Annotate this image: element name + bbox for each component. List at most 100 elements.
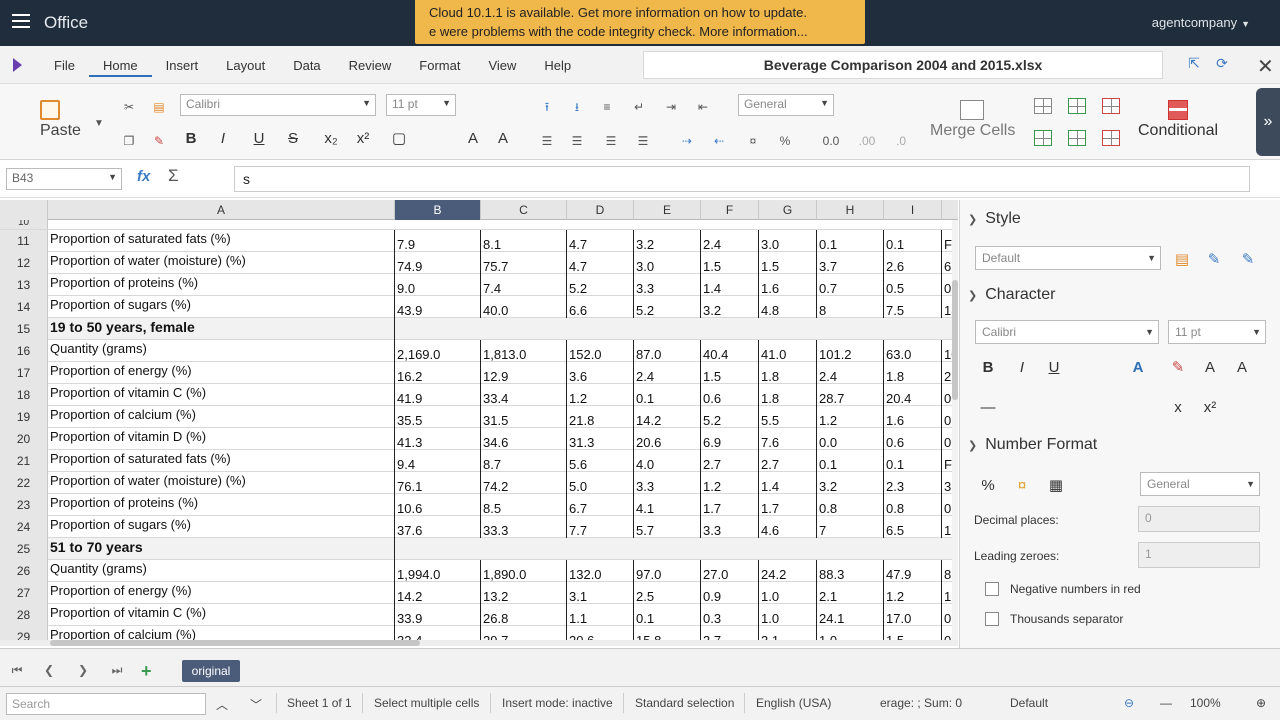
cell-value[interactable]: 1.0 [759,604,817,626]
sheet-tab-original[interactable]: original [182,660,240,682]
font-size-select[interactable]: 11 pt ▼ [386,94,456,116]
row-header[interactable]: 25 [0,538,48,560]
cell-value[interactable]: 2.7 [701,450,759,472]
cell-value[interactable]: 0.1 [884,450,942,472]
cell-value[interactable]: 1.8 [884,362,942,384]
cell-value[interactable]: 0.6 [884,428,942,450]
wrap-text-icon[interactable]: ↵ [628,96,650,118]
cell-label[interactable]: Quantity (grams) [48,560,395,582]
copy-icon[interactable]: ❐ [118,130,140,152]
cell-value[interactable]: 1.5 [759,252,817,274]
cell-value[interactable]: 41.9 [395,384,481,406]
align-left-icon[interactable]: ☰ [536,130,558,152]
function-wizard-icon[interactable]: fx [137,168,150,185]
cell-label[interactable]: Proportion of saturated fats (%) [48,230,395,252]
cell-value[interactable]: 5.2 [701,406,759,428]
cell-value[interactable]: 3.3 [634,274,701,296]
cell-value[interactable]: 1.0 [759,582,817,604]
cell-value[interactable]: 24.2 [759,560,817,582]
cell-value[interactable]: 40.4 [701,340,759,362]
column-header-f[interactable]: F [701,200,759,220]
cell-value[interactable]: 27.0 [701,560,759,582]
cell-value[interactable]: 31.5 [481,406,567,428]
cell-value[interactable]: 9.4 [395,450,481,472]
cell-value[interactable]: 0.8 [884,494,942,516]
zoom-slider-icon[interactable]: — [1160,696,1172,710]
bold-icon[interactable]: B [180,128,202,150]
align-middle-icon[interactable]: ⭳ [566,96,588,118]
formula-input[interactable]: s [234,166,1250,192]
sidebar-toggle-icon[interactable]: » [1256,88,1280,156]
row-header[interactable]: 28 [0,604,48,626]
cell-value[interactable]: 0.1 [817,450,884,472]
align-right-icon[interactable]: ☰ [600,130,622,152]
number-format-section-header[interactable]: ❯ Number Format [968,436,1097,454]
cell-value[interactable]: 1.2 [567,384,634,406]
cell-value[interactable]: 1,813.0 [481,340,567,362]
horizontal-scrollbar-thumb[interactable] [50,640,420,646]
select-all-corner[interactable] [0,200,48,220]
next-sheet-icon[interactable]: ❯ [72,663,94,681]
cell-value[interactable]: 1.7 [701,494,759,516]
cell-value[interactable]: 5.2 [567,274,634,296]
cell-value[interactable]: 6.7 [567,494,634,516]
cell-value[interactable]: 1.6 [759,274,817,296]
cell-label[interactable]: Proportion of vitamin C (%) [48,604,395,626]
cell-label[interactable]: Quantity (grams) [48,340,395,362]
cell-value[interactable]: 31.3 [567,428,634,450]
cell-label[interactable]: Proportion of saturated fats (%) [48,450,395,472]
cell-value[interactable]: 34.6 [481,428,567,450]
sidebar-number-icon[interactable]: ▦ [1046,476,1066,496]
cell-value[interactable]: 13.2 [481,582,567,604]
row-header[interactable]: 11 [0,230,48,252]
notice-line-2[interactable]: e were problems with the code integrity … [429,22,851,41]
cell-value[interactable]: 8.1 [481,230,567,252]
row-header[interactable]: 24 [0,516,48,538]
cell-value[interactable]: 1.4 [701,274,759,296]
delete-columns-icon[interactable] [1102,130,1120,146]
menu-file[interactable]: File [40,56,89,77]
number-format-select[interactable]: General ▼ [738,94,834,116]
cell-value[interactable]: 1.8 [759,362,817,384]
cell-label[interactable]: Proportion of energy (%) [48,582,395,604]
cell-value[interactable]: 37.6 [395,516,481,538]
cell-value[interactable]: 3.0 [759,230,817,252]
cell-label[interactable]: 19 to 50 years, female [48,318,395,340]
cell-value[interactable]: 1,994.0 [395,560,481,582]
cell-value[interactable]: 7.5 [884,296,942,318]
cell-value[interactable]: 35.5 [395,406,481,428]
cell-value[interactable]: 74.9 [395,252,481,274]
cell-value[interactable]: 1.2 [884,582,942,604]
cell-label[interactable]: Proportion of proteins (%) [48,494,395,516]
menu-help[interactable]: Help [530,56,585,77]
cell-value[interactable]: 132.0 [567,560,634,582]
leading-zeroes-spinner[interactable]: 1 [1138,542,1260,568]
merge-cells-icon[interactable] [960,100,984,120]
document-title[interactable]: Beverage Comparison 2004 and 2015.xlsx [643,51,1163,79]
cell-value[interactable]: 6.9 [701,428,759,450]
cell-value[interactable]: 24.1 [817,604,884,626]
add-decimal-icon[interactable]: .00 [856,130,878,152]
cell-value[interactable]: 4.0 [634,450,701,472]
column-header-c[interactable]: C [481,200,567,220]
spreadsheet-grid[interactable]: ABCDEFGHI 10 11 Proportion of saturated fa… [0,200,958,644]
align-bottom-icon[interactable]: ≡ [596,96,618,118]
sidebar-number-format-select[interactable]: General ▼ [1140,472,1260,496]
cell-value[interactable]: 8 [817,296,884,318]
cell-value[interactable]: 10.6 [395,494,481,516]
shrink-font-icon[interactable]: A [492,128,514,150]
cell-value[interactable]: 2.7 [759,450,817,472]
cell-value[interactable]: 7.9 [395,230,481,252]
previous-sheet-icon[interactable]: ❮ [38,663,60,681]
cell-value[interactable]: 1.5 [701,252,759,274]
user-menu[interactable]: agentcompany ▼ [1152,15,1250,30]
cell-value[interactable]: 0.0 [817,428,884,450]
indent-icon[interactable]: ⇥ [660,96,682,118]
cell-value[interactable]: 0.8 [817,494,884,516]
cell-label[interactable]: Proportion of water (moisture) (%) [48,472,395,494]
font-color-icon[interactable]: A [1128,358,1148,378]
cell-value[interactable]: 0.1 [884,230,942,252]
row-header[interactable]: 26 [0,560,48,582]
strikethrough-icon[interactable]: S [282,128,304,150]
thousands-separator-checkbox[interactable] [985,612,999,626]
